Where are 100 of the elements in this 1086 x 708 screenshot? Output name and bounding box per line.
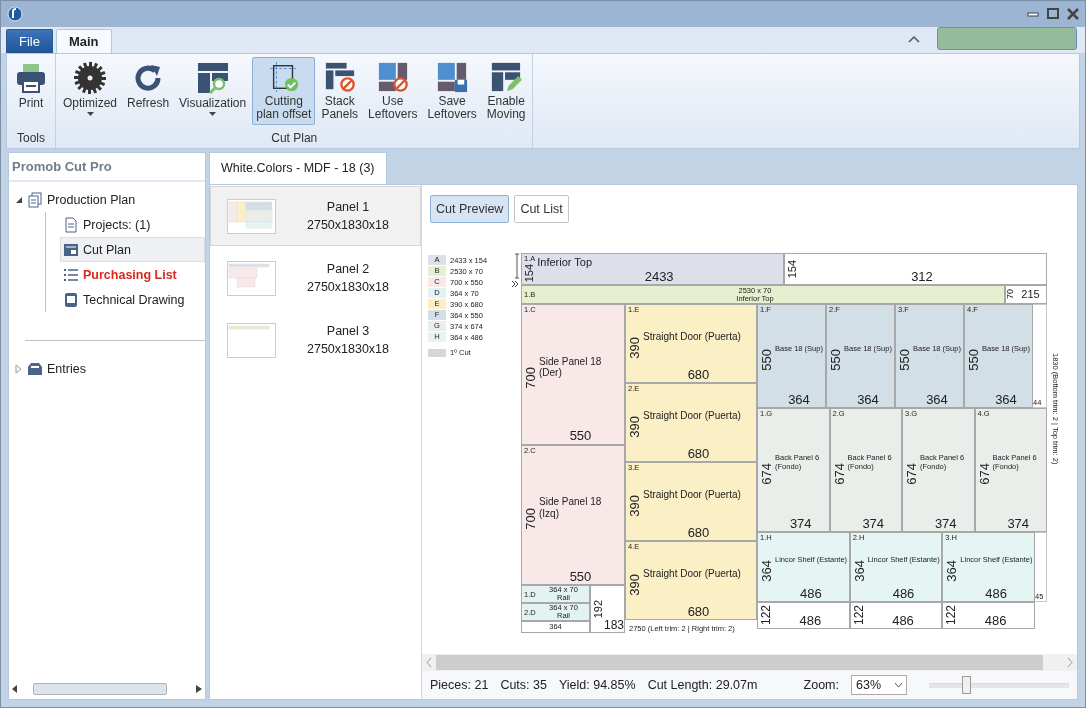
- piece-name: Straight Door (Puerta): [642, 567, 741, 580]
- piece-height: 122: [760, 605, 772, 626]
- piece-width: 374: [933, 516, 958, 531]
- piece-width: 215: [1020, 288, 1041, 301]
- collapsed-triangle-icon[interactable]: [15, 365, 23, 373]
- panel-name: Panel 3: [325, 323, 371, 340]
- piece-width: 2433: [643, 269, 675, 284]
- piece-height: 390: [628, 494, 641, 517]
- app-logo-icon: [7, 6, 23, 22]
- piece-width: 374: [861, 516, 886, 531]
- collapse-ribbon-icon[interactable]: [908, 35, 920, 43]
- piece-width: 486: [798, 613, 823, 628]
- piece-height: 390: [628, 573, 641, 596]
- scroll-right-icon[interactable]: [196, 685, 202, 693]
- zoom-label: Zoom:: [803, 678, 839, 692]
- piece-width: 550: [568, 429, 593, 444]
- status-text: Yield: 94.85%: [558, 678, 636, 692]
- panel-list-item[interactable]: Panel 1 2750x1830x18: [210, 186, 421, 246]
- group-label: Cut Plan: [270, 131, 319, 147]
- saw-blade-icon: [73, 61, 107, 95]
- panel-name: Panel 2: [325, 261, 371, 278]
- piece-name: Straight Door (Puerta): [642, 409, 741, 422]
- scroll-left-icon[interactable]: [12, 685, 18, 693]
- piece-height: 674: [832, 463, 846, 485]
- tree-item[interactable]: Cut Plan: [60, 237, 205, 262]
- layout-pencil-icon: [489, 61, 524, 93]
- piece-name: Side Panel 18 (Izq): [538, 496, 603, 520]
- panel-size: 2750x1830x18: [306, 279, 390, 296]
- piece-width: 486: [799, 586, 823, 601]
- piece-height: 550: [829, 349, 842, 371]
- piece-width: 680: [686, 525, 711, 540]
- group-label: Tools: [16, 131, 46, 147]
- panel-size: 2750x1830x18: [306, 341, 390, 358]
- piece-width: 550: [568, 569, 593, 584]
- ribbon-button[interactable]: Optimized: [59, 57, 122, 125]
- panel-thumbnail: [227, 322, 276, 358]
- panel-size: 2750x1830x18: [306, 217, 390, 234]
- sidebar-title: Promob Cut Pro: [9, 153, 205, 182]
- piece-width: 486: [983, 613, 1008, 628]
- ribbon-button[interactable]: Visualization: [175, 57, 251, 125]
- maximize-icon[interactable]: [1047, 8, 1059, 20]
- piece-height: 700: [524, 507, 537, 530]
- piece-width: 486: [984, 586, 1009, 601]
- panel-list-item[interactable]: Panel 2 2750x1830x18: [210, 248, 421, 308]
- piece-height: 364: [852, 560, 866, 582]
- zoom-dropdown[interactable]: 63%: [851, 675, 907, 695]
- piece-width: 364: [856, 392, 880, 407]
- drawing-sheet-icon: [63, 291, 79, 308]
- tree-item[interactable]: Production Plan: [47, 193, 136, 207]
- status-text: Pieces: 21: [430, 678, 489, 692]
- piece-height: 122: [945, 605, 958, 626]
- tree-item[interactable]: Purchasing List: [60, 262, 205, 287]
- piece-height: 390: [628, 336, 641, 359]
- panel-thumbnail: [227, 260, 276, 296]
- ribbon-button[interactable]: Stack Panels: [317, 57, 363, 125]
- printer-icon: [14, 61, 48, 95]
- piece-width: 183: [604, 618, 624, 632]
- document-tab[interactable]: White.Colors - MDF - 18 (3): [209, 152, 387, 184]
- close-icon[interactable]: [1067, 8, 1079, 20]
- piece-name: Straight Door (Puerta): [642, 488, 741, 501]
- piece-width: 364: [925, 392, 949, 407]
- piece-width: 374: [1006, 516, 1031, 531]
- piece-width: 364: [787, 392, 811, 407]
- view-toggle-button[interactable]: Cut Preview: [430, 195, 510, 223]
- ribbon-button[interactable]: Print: [10, 57, 52, 125]
- piece-height: 154: [524, 263, 535, 283]
- tree-item[interactable]: Technical Drawing: [60, 287, 205, 312]
- layout-magnifier-icon: [195, 61, 230, 95]
- piece-height: 674: [760, 463, 773, 485]
- piece-height: 674: [905, 463, 918, 485]
- document-icon: [63, 216, 79, 233]
- piece-height: 154: [787, 259, 798, 279]
- tree-item[interactable]: Entries: [47, 362, 86, 376]
- caret-icon: [895, 682, 902, 688]
- piece-height: 364: [760, 560, 773, 582]
- piece-width: 374: [788, 516, 813, 531]
- view-toggle-button[interactable]: Cut List: [514, 195, 569, 223]
- leftovers-disk-icon: [435, 61, 470, 93]
- cut-swatch-icon: [428, 348, 446, 357]
- ribbon-tab[interactable]: Main: [55, 29, 112, 53]
- piece-width: 486: [891, 586, 916, 601]
- expanded-triangle-icon[interactable]: [15, 196, 23, 204]
- piece-height: 550: [760, 349, 773, 371]
- layout-icon: [63, 241, 79, 258]
- piece-height: 550: [967, 349, 980, 371]
- dimension-ruler-icon: [515, 253, 519, 279]
- ribbon-button[interactable]: Use Leftovers: [364, 57, 422, 125]
- tree-item[interactable]: Projects: (1): [60, 212, 205, 237]
- ribbon-button[interactable]: Save Leftovers: [423, 57, 481, 125]
- status-text: Cuts: 35: [500, 678, 547, 692]
- piece-width: 486: [891, 613, 915, 628]
- piece-name: Side Panel 18 (Der): [538, 355, 603, 379]
- ribbon-button[interactable]: Enable Moving: [482, 57, 530, 125]
- ribbon-button[interactable]: Refresh: [123, 57, 174, 125]
- list-icon: [63, 266, 79, 283]
- slider-thumb[interactable]: [961, 676, 971, 694]
- panel-list-item[interactable]: Panel 3 2750x1830x18: [210, 310, 421, 370]
- documents-icon: [27, 192, 43, 208]
- file-menu-tab[interactable]: File: [6, 29, 53, 53]
- ribbon-button[interactable]: Cutting plan offset: [252, 57, 316, 125]
